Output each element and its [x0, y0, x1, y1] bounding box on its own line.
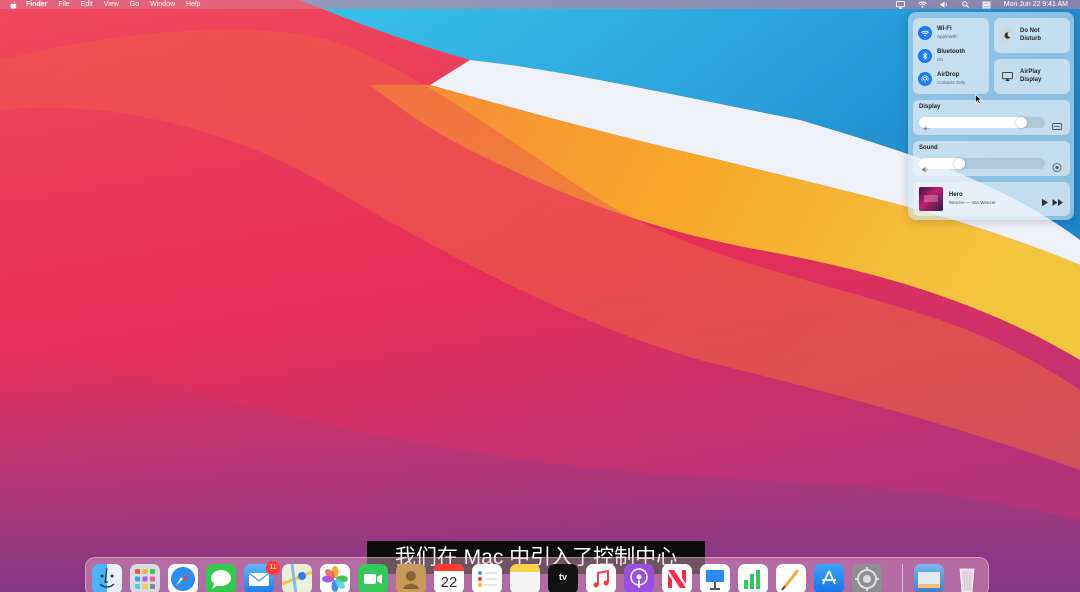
- airplay-display-label: AirPlay Display: [1020, 69, 1042, 83]
- calendar-day: 22: [440, 574, 458, 591]
- menu-view[interactable]: View: [104, 0, 119, 9]
- wifi-icon: [918, 26, 932, 40]
- play-icon[interactable]: [1041, 194, 1050, 207]
- calendar-icon[interactable]: 22: [434, 564, 464, 592]
- mail-unread-badge: 11: [266, 561, 280, 575]
- volume-slider[interactable]: [919, 158, 1045, 173]
- moon-icon: [1000, 28, 1014, 42]
- wifi-title: Wi-Fi: [937, 26, 952, 32]
- launchpad-icon[interactable]: [130, 564, 160, 592]
- sun-icon: [922, 119, 929, 132]
- display-label: Display: [919, 104, 941, 110]
- control-center-icon[interactable]: [981, 0, 991, 9]
- airdrop-status: Contacts Only: [937, 80, 966, 85]
- brightness-slider[interactable]: [919, 117, 1045, 132]
- mouse-cursor-icon: [975, 94, 982, 104]
- reminders-icon[interactable]: [472, 564, 502, 592]
- bluetooth-icon: [918, 49, 932, 63]
- wifi-icon[interactable]: [918, 0, 927, 9]
- airdrop-title: AirDrop: [937, 72, 960, 78]
- menu-help[interactable]: Help: [186, 0, 200, 9]
- now-playing-tile[interactable]: Hero Weezer — Van Weezer: [913, 182, 1070, 216]
- network-tile: Wi-Fi AppleWiFi Bluetooth On AirDrop Con…: [913, 18, 989, 94]
- brightness-slider-knob[interactable]: [1016, 117, 1027, 128]
- dock-separator: [902, 564, 903, 592]
- sound-output-icon[interactable]: [1052, 159, 1062, 172]
- apple-icon[interactable]: [9, 0, 18, 9]
- menu-edit[interactable]: Edit: [81, 0, 93, 9]
- safari-icon[interactable]: [168, 564, 198, 592]
- track-title: Hero: [949, 192, 963, 198]
- airplay-icon[interactable]: [895, 0, 905, 9]
- wifi-toggle[interactable]: Wi-Fi AppleWiFi: [918, 24, 988, 42]
- music-icon[interactable]: [586, 564, 616, 592]
- display-settings-icon[interactable]: [1052, 118, 1062, 130]
- menu-go[interactable]: Go: [130, 0, 139, 9]
- apple-tv-icon[interactable]: tv: [548, 564, 578, 592]
- numbers-icon[interactable]: [738, 564, 768, 592]
- contacts-icon[interactable]: [396, 564, 426, 592]
- menu-window[interactable]: Window: [150, 0, 175, 9]
- podcasts-icon[interactable]: [624, 564, 654, 592]
- volume-slider-knob[interactable]: [954, 158, 965, 169]
- menu-finder[interactable]: Finder: [26, 0, 47, 9]
- brightness-slider-fill: [919, 117, 1027, 128]
- wifi-network-name: AppleWiFi: [937, 34, 958, 39]
- tv-label: tv: [558, 572, 567, 582]
- maps-icon[interactable]: [282, 564, 312, 592]
- menu-bar: Finder File Edit View Go Window Help Mon…: [0, 0, 1080, 9]
- bluetooth-status: On: [937, 57, 944, 62]
- menu-file[interactable]: File: [58, 0, 69, 9]
- news-icon[interactable]: [662, 564, 692, 592]
- search-icon[interactable]: [961, 0, 969, 9]
- volume-icon[interactable]: [940, 0, 949, 9]
- trash-icon[interactable]: [952, 564, 982, 592]
- sound-tile: Sound: [913, 141, 1070, 176]
- display-tile: Display: [913, 100, 1070, 135]
- airdrop-icon: [918, 72, 932, 86]
- keynote-icon[interactable]: [700, 564, 730, 592]
- sound-label: Sound: [919, 145, 938, 151]
- system-preferences-icon[interactable]: [852, 564, 882, 592]
- dock: 11 22 tv: [85, 557, 989, 592]
- control-center-panel: Wi-Fi AppleWiFi Bluetooth On AirDrop Con…: [908, 12, 1074, 220]
- menu-bar-clock[interactable]: Mon Jun 22 9:41 AM: [1004, 0, 1068, 9]
- track-artist: Weezer — Van Weezer: [949, 200, 996, 205]
- do-not-disturb-tile[interactable]: Do Not Disturb: [994, 18, 1070, 53]
- airplay-display-tile[interactable]: AirPlay Display: [994, 59, 1070, 94]
- finder-icon[interactable]: [92, 564, 122, 592]
- album-artwork: [919, 187, 943, 211]
- bluetooth-title: Bluetooth: [937, 49, 965, 55]
- screen-mirroring-icon: [1000, 69, 1014, 83]
- speaker-icon: [922, 160, 929, 173]
- do-not-disturb-label: Do Not Disturb: [1020, 28, 1041, 42]
- messages-icon[interactable]: [206, 564, 236, 592]
- pages-icon[interactable]: [776, 564, 806, 592]
- notes-icon[interactable]: [510, 564, 540, 592]
- bluetooth-toggle[interactable]: Bluetooth On: [918, 47, 988, 65]
- photos-icon[interactable]: [320, 564, 350, 592]
- fast-forward-icon[interactable]: [1052, 194, 1065, 206]
- app-store-icon[interactable]: [814, 564, 844, 592]
- facetime-icon[interactable]: [358, 564, 388, 592]
- downloads-stack-icon[interactable]: [914, 564, 944, 592]
- airdrop-toggle[interactable]: AirDrop Contacts Only: [918, 70, 988, 88]
